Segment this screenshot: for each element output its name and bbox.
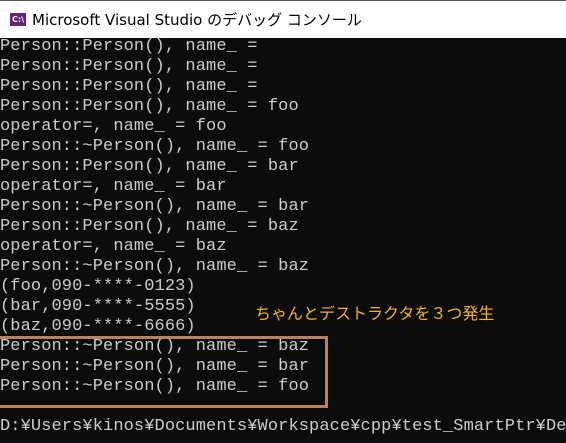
console-line: Person::Person(), name_ = bar [0,157,299,176]
console-line: D:¥Users¥kinos¥Documents¥Workspace¥cpp¥t… [0,417,566,436]
window-title: Microsoft Visual Studio のデバッグ コンソール [32,11,362,29]
console-line: operator=, name_ = foo [0,117,227,136]
console-line: (foo,090-****-0123) [0,277,196,296]
console-line: Person::~Person(), name_ = baz [0,257,310,276]
console-line: Person::Person(), name_ = [0,57,258,76]
console-line: Person::Person(), name_ = [0,77,258,96]
console-line: operator=, name_ = bar [0,177,227,196]
title-bar[interactable]: C:\ Microsoft Visual Studio のデバッグ コンソール [0,0,566,38]
console-line: operator=, name_ = baz [0,237,227,256]
console-line: Person::~Person(), name_ = bar [0,197,310,216]
app-icon: C:\ [10,13,26,26]
console-line: Person::~Person(), name_ = foo [0,137,310,156]
console-line: Person::Person(), name_ = [0,37,258,56]
destructor-highlight-box [0,336,328,408]
annotation-text: ちゃんとデストラクタを３つ発生 [255,304,495,323]
console-line: Person::Person(), name_ = foo [0,97,299,116]
console-line: Person::Person(), name_ = baz [0,217,299,236]
